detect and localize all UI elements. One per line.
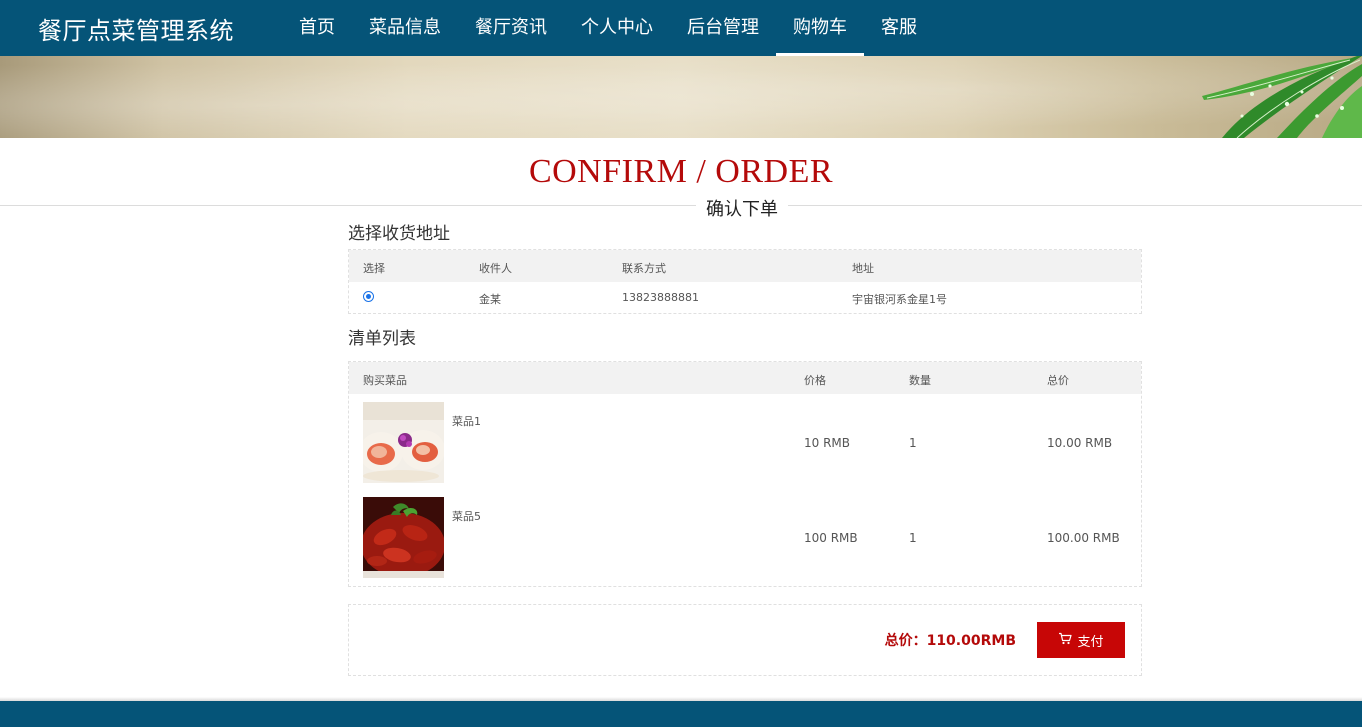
footer-bar (0, 701, 1362, 727)
recipient-phone: 13823888881 (622, 291, 699, 304)
nav-cart[interactable]: 购物车 (776, 0, 864, 56)
top-navbar: 餐厅点菜管理系统 首页 菜品信息 餐厅资讯 个人中心 后台管理 购物车 客服 (0, 0, 1362, 56)
address-radio[interactable] (363, 291, 374, 302)
nav-news[interactable]: 餐厅资讯 (458, 0, 564, 56)
address-table-header: 选择 收件人 联系方式 地址 (349, 250, 1141, 282)
page-title-cn: 确认下单 (696, 195, 788, 221)
crayfish-dish-image[interactable] (363, 497, 444, 578)
main-nav: 首页 菜品信息 餐厅资讯 个人中心 后台管理 购物车 客服 (282, 0, 934, 56)
address-row[interactable]: 金某 13823888881 宇宙银河系金星1号 (349, 282, 1141, 313)
scallop-dish-image[interactable] (363, 402, 444, 483)
item-price: 10 RMB (804, 436, 851, 450)
order-item-row: 菜品1 10 RMB 1 10.00 RMB (349, 402, 1141, 484)
total-price: 总价：110.00RMB (884, 633, 1016, 649)
cart-icon (1058, 632, 1073, 649)
header-banner (0, 56, 1362, 138)
header-recipient: 收件人 (479, 262, 512, 275)
pay-button[interactable]: 支付 (1037, 622, 1125, 658)
item-name[interactable]: 菜品5 (452, 508, 481, 524)
item-name[interactable]: 菜品1 (452, 413, 481, 429)
order-summary: 总价：110.00RMB 支付 (348, 604, 1142, 676)
header-contact: 联系方式 (622, 262, 666, 275)
title-divider (0, 205, 1362, 206)
item-total: 10.00 RMB (1047, 436, 1113, 450)
site-brand[interactable]: 餐厅点菜管理系统 (38, 11, 234, 46)
header-dish: 购买菜品 (363, 374, 407, 387)
recipient-address: 宇宙银河系金星1号 (852, 293, 947, 306)
nav-admin[interactable]: 后台管理 (670, 0, 776, 56)
header-price: 价格 (804, 374, 826, 387)
order-list-table: 购买菜品 价格 数量 总价 菜品1 10 RMB 1 10.00 RMB 菜品5… (348, 361, 1142, 587)
item-quantity: 1 (909, 531, 917, 545)
list-section-label: 清单列表 (348, 329, 416, 349)
nav-dishes[interactable]: 菜品信息 (352, 0, 458, 56)
page-title-en: CONFIRM / ORDER (528, 153, 834, 190)
nav-service[interactable]: 客服 (864, 0, 934, 56)
address-table: 选择 收件人 联系方式 地址 金某 13823888881 宇宙银河系金星1号 (348, 249, 1142, 314)
recipient-name: 金某 (479, 293, 501, 306)
header-select: 选择 (363, 262, 385, 275)
order-table-header: 购买菜品 价格 数量 总价 (349, 362, 1141, 394)
address-section-label: 选择收货地址 (348, 224, 450, 244)
order-item-row: 菜品5 100 RMB 1 100.00 RMB (349, 497, 1141, 579)
header-total: 总价 (1047, 374, 1069, 387)
leaves-decoration (1202, 56, 1362, 138)
pay-button-label: 支付 (1077, 634, 1104, 650)
header-quantity: 数量 (909, 374, 931, 387)
nav-home[interactable]: 首页 (282, 0, 352, 56)
item-quantity: 1 (909, 436, 917, 450)
item-price: 100 RMB (804, 531, 858, 545)
header-address: 地址 (852, 262, 874, 275)
nav-profile[interactable]: 个人中心 (564, 0, 670, 56)
item-total: 100.00 RMB (1047, 531, 1120, 545)
